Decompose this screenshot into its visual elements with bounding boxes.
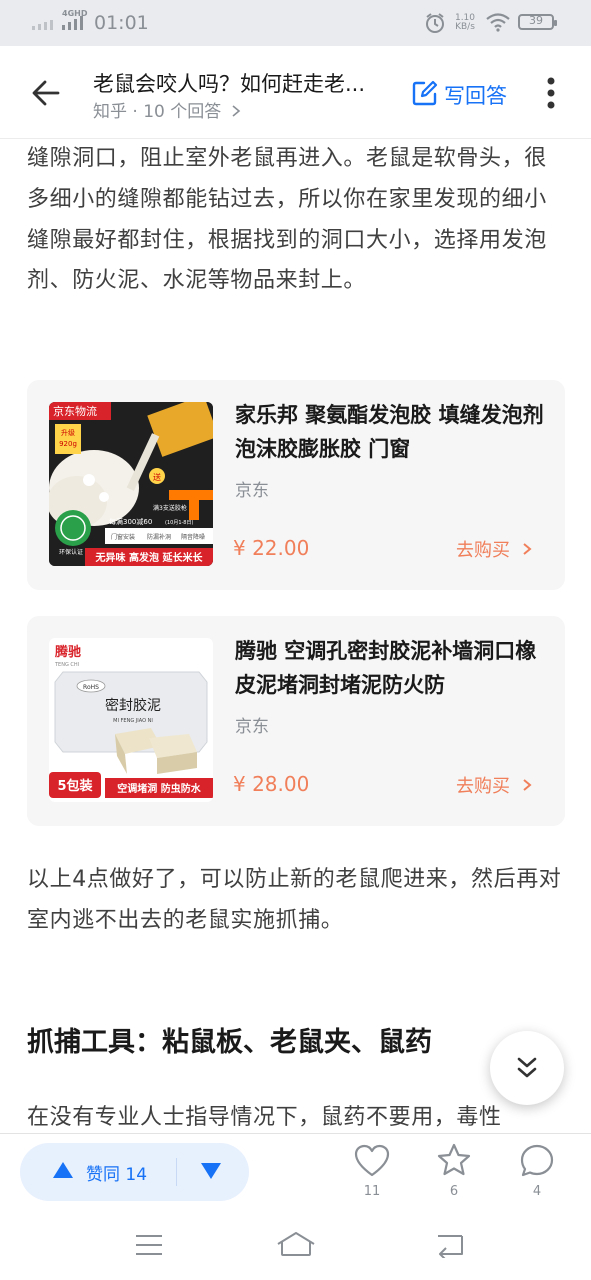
svg-text:5包装: 5包装 [57, 778, 92, 794]
product-title: 家乐邦 聚氨酯发泡胶 填缝发泡剂泡沫胶膨胀胶 门窗 [235, 403, 544, 461]
home-icon[interactable] [276, 1230, 316, 1258]
article-paragraph: 缝隙洞口，阻止室外老鼠再进入。老鼠是软骨头，很多细小的缝隙都能钻过去，所以你在家… [27, 146, 547, 294]
clock: 01:01 [94, 12, 149, 34]
product-card[interactable]: 腾驰 TENG CHI RoHS 密封胶泥 MI FENG JIAO NI 5包… [27, 616, 565, 826]
alarm-icon [426, 13, 444, 33]
svg-text:升级: 升级 [61, 428, 75, 437]
more-options-icon[interactable] [543, 76, 559, 110]
chevron-right-icon [232, 105, 240, 117]
menu-icon[interactable] [134, 1233, 164, 1257]
vote-divider [176, 1158, 177, 1186]
write-answer-button[interactable]: 写回答 [444, 80, 507, 110]
svg-text:920g: 920g [59, 440, 77, 448]
svg-text:空调堵洞 防虫防水: 空调堵洞 防虫防水 [117, 782, 201, 795]
buy-button[interactable]: 去购买 [456, 772, 532, 798]
buy-button[interactable]: 去购买 [456, 536, 532, 562]
brand-logo: 腾驰 [54, 644, 81, 660]
svg-text:RoHS: RoHS [83, 684, 99, 691]
collapse-button[interactable] [490, 1031, 564, 1105]
answer-count-link[interactable]: 知乎 · 10 个回答 [93, 97, 241, 122]
battery-icon: 39 [518, 14, 557, 30]
svg-text:MI FENG JIAO NI: MI FENG JIAO NI [113, 718, 153, 724]
product-title: 腾驰 空调孔密封胶泥补墙洞口橡皮泥堵洞封堵泥防火防 [235, 639, 537, 697]
like-count: 11 [363, 1184, 381, 1199]
svg-text:(10月1-8日): (10月1-8日) [165, 520, 193, 526]
network-speed: 1.10 KB/s [454, 13, 476, 32]
svg-text:防漏补洞: 防漏补洞 [147, 533, 171, 541]
upvote-button[interactable]: 赞同 14 [86, 1160, 147, 1185]
jd-logistics-badge: 京东物流 [53, 404, 97, 418]
star-icon[interactable] [436, 1142, 472, 1178]
svg-text:每满300减60: 每满300减60 [109, 517, 152, 526]
svg-text:隔音降噪: 隔音降噪 [181, 533, 205, 541]
product-image: 腾驰 TENG CHI RoHS 密封胶泥 MI FENG JIAO NI 5包… [49, 638, 213, 802]
svg-text:环保认证: 环保认证 [59, 548, 83, 556]
product-source: 京东 [235, 481, 269, 501]
comment-icon[interactable] [519, 1143, 555, 1179]
product-card[interactable]: 京东物流 升级 920g 送 满3支送胶枪 每满300减60 (10月1-8日)… [27, 380, 565, 590]
downvote-icon[interactable] [200, 1162, 222, 1180]
wifi-icon [486, 13, 510, 32]
network-type: 4GHD [62, 9, 88, 18]
back-arrow-icon[interactable] [30, 77, 62, 109]
back-icon[interactable] [434, 1232, 466, 1258]
article-paragraph: 以上4点做好了，可以防止新的老鼠爬进来，然后再对室内逃不出去的老鼠实施抓捕。 [27, 867, 562, 933]
svg-text:门窗安装: 门窗安装 [111, 533, 135, 541]
chevron-right-icon [523, 779, 532, 791]
double-chevron-down-icon [517, 1057, 537, 1078]
upvote-icon[interactable] [52, 1161, 74, 1179]
product-source: 京东 [235, 717, 269, 737]
product-image: 京东物流 升级 920g 送 满3支送胶枪 每满300减60 (10月1-8日)… [49, 402, 213, 566]
product-price: ¥ 22.00 [233, 536, 310, 560]
svg-text:TENG CHI: TENG CHI [54, 662, 79, 668]
svg-text:密封胶泥: 密封胶泥 [105, 697, 161, 714]
edit-icon[interactable] [412, 80, 438, 106]
svg-text:无异味 高发泡 延长米长: 无异味 高发泡 延长米长 [95, 551, 204, 564]
product-price: ¥ 28.00 [233, 772, 310, 796]
chevron-right-icon [523, 543, 532, 555]
question-title[interactable]: 老鼠会咬人吗？如何赶走老... [93, 68, 365, 98]
svg-text:满3支送胶枪: 满3支送胶枪 [153, 504, 187, 512]
heart-icon[interactable] [354, 1144, 390, 1178]
favorite-count: 6 [449, 1184, 459, 1199]
article-paragraph: 在没有专业人士指导情况下，鼠药不要用，毒性 [27, 1105, 502, 1130]
comment-count: 4 [532, 1184, 542, 1199]
section-heading: 抓捕工具：粘鼠板、老鼠夹、鼠药 [27, 1027, 432, 1058]
svg-text:送: 送 [153, 472, 161, 482]
